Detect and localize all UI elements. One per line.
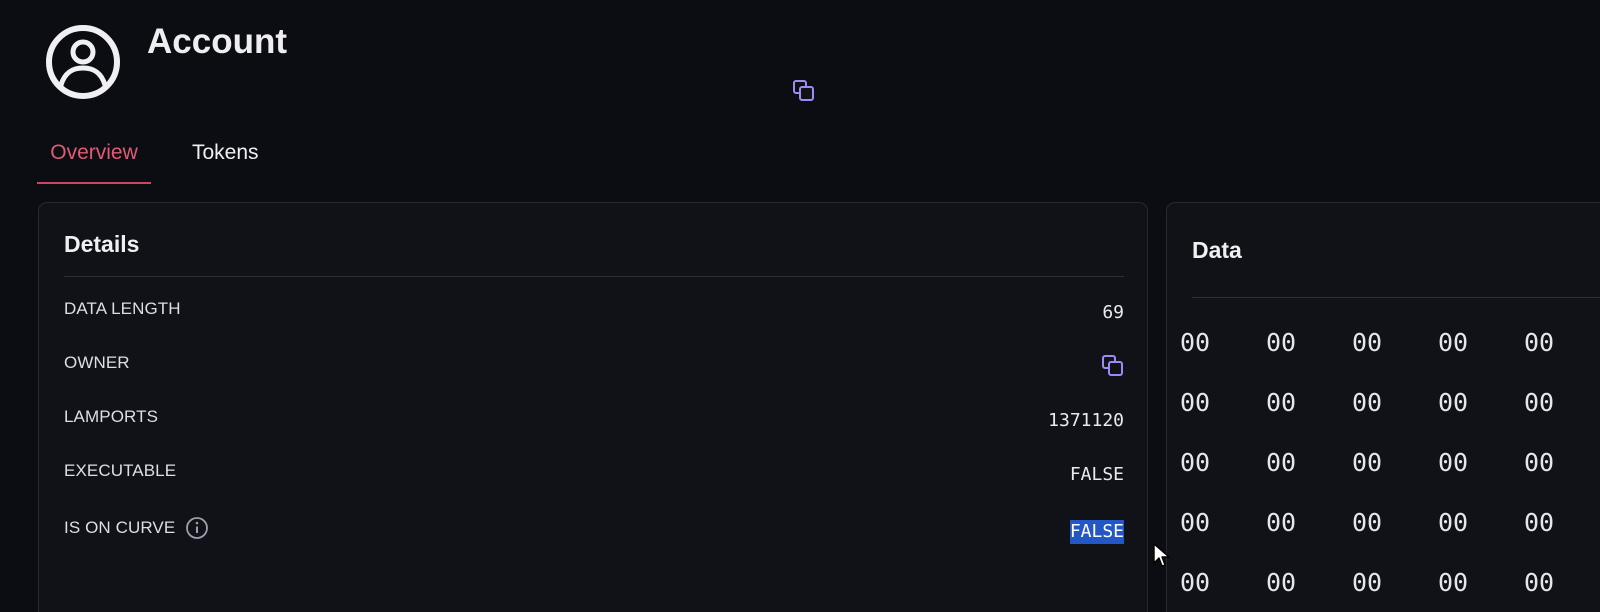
hex-byte: 00	[1352, 448, 1383, 477]
hex-byte: 00	[1438, 328, 1469, 357]
hex-byte: 00	[1180, 508, 1211, 537]
owner-row: OWNER	[64, 353, 1124, 389]
hex-byte: 00	[1438, 508, 1469, 537]
hex-byte: 00	[1438, 448, 1469, 477]
account-tabs: Overview Tokens	[37, 138, 259, 184]
hex-byte: 00	[1180, 568, 1211, 597]
hex-data-grid: 00 00 00 00 00 00 00 00 00 00 00 00 00 0…	[1180, 328, 1600, 612]
info-icon[interactable]	[185, 516, 209, 540]
hex-byte: 00	[1266, 568, 1297, 597]
copy-icon[interactable]	[1100, 353, 1126, 379]
is-on-curve-value: FALSE	[1069, 520, 1124, 544]
hex-byte: 00	[1524, 508, 1555, 537]
user-circle-icon	[46, 25, 120, 99]
account-page: Account Overview Tokens Details DATA LEN…	[0, 0, 1600, 612]
tab-overview[interactable]: Overview	[37, 138, 151, 184]
hex-byte: 00	[1438, 388, 1469, 417]
is-on-curve-label: IS ON CURVE	[64, 518, 176, 537]
hex-byte: 00	[1180, 448, 1211, 477]
copy-icon[interactable]	[791, 78, 817, 104]
lamports-row: LAMPORTS 1371120	[64, 407, 1124, 443]
is-on-curve-row: IS ON CURVE FALSE	[64, 516, 1124, 554]
hex-byte: 00	[1352, 388, 1383, 417]
hex-byte: 00	[1524, 328, 1555, 357]
hex-byte: 00	[1352, 568, 1383, 597]
data-title: Data	[1192, 237, 1242, 263]
hex-byte: 00	[1180, 328, 1211, 357]
data-divider	[1192, 297, 1600, 298]
executable-label: EXECUTABLE	[64, 461, 177, 480]
details-card: Details DATA LENGTH 69 OWNER LAMPORTS 13…	[38, 202, 1148, 612]
owner-label: OWNER	[64, 353, 130, 372]
page-title: Account	[147, 22, 287, 61]
hex-byte: 00	[1266, 448, 1297, 477]
details-title: Details	[64, 231, 140, 257]
hex-byte: 00	[1352, 328, 1383, 357]
hex-byte: 00	[1524, 388, 1555, 417]
hex-byte: 00	[1438, 568, 1469, 597]
data-length-value: 69	[1102, 302, 1124, 323]
details-divider	[64, 276, 1124, 277]
tab-tokens[interactable]: Tokens	[192, 138, 259, 182]
hex-byte: 00	[1266, 328, 1297, 357]
data-length-label: DATA LENGTH	[64, 299, 181, 318]
mouse-pointer-icon	[1153, 543, 1170, 567]
hex-byte: 00	[1266, 508, 1297, 537]
hex-byte: 00	[1524, 448, 1555, 477]
data-card: Data 00 00 00 00 00 00 00 00 00 00 00 00…	[1166, 202, 1600, 612]
executable-row: EXECUTABLE FALSE	[64, 461, 1124, 497]
hex-byte: 00	[1266, 388, 1297, 417]
hex-byte: 00	[1352, 508, 1383, 537]
executable-value: FALSE	[1069, 464, 1124, 485]
lamports-label: LAMPORTS	[64, 407, 159, 426]
data-length-row: DATA LENGTH 69	[64, 299, 1124, 335]
hex-byte: 00	[1180, 388, 1211, 417]
hex-byte: 00	[1524, 568, 1555, 597]
lamports-value: 1371120	[1048, 410, 1124, 431]
